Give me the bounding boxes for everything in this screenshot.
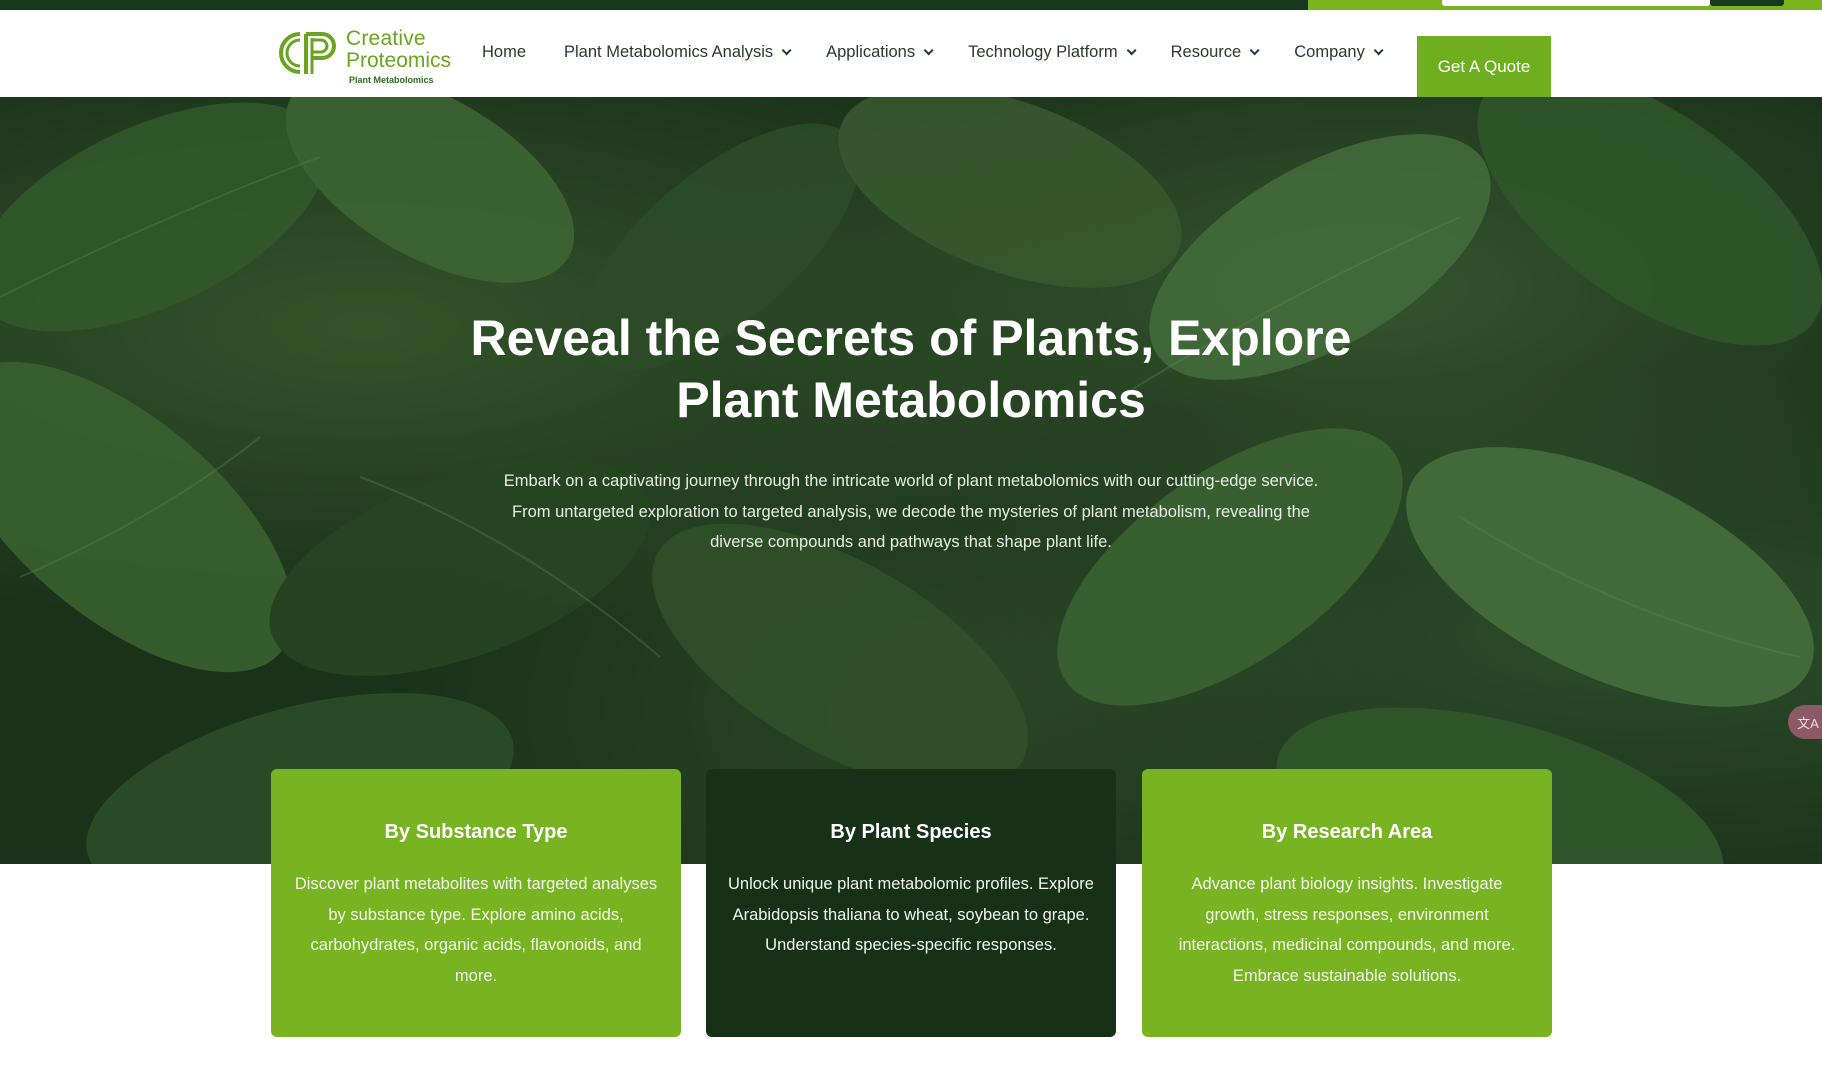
logo-mark-icon (279, 32, 336, 74)
card-text: Discover plant metabolites with targeted… (294, 875, 658, 985)
nav-item-label: Applications (826, 42, 916, 61)
hero-title-line: Reveal the Secrets of Plants, Explore (470, 310, 1352, 366)
search-button[interactable] (1710, 0, 1784, 6)
hero-description-line: diverse compounds and pathways that shap… (710, 533, 1112, 551)
card-by-substance-type[interactable]: By Substance Type Discover plant metabol… (271, 769, 681, 1037)
get-a-quote-button[interactable]: Get A Quote (1417, 36, 1551, 97)
nav-item-label: Plant Metabolomics Analysis (564, 42, 774, 61)
nav-item-home[interactable]: Home (482, 43, 526, 62)
hero-banner: Reveal the Secrets of Plants, Explore Pl… (0, 97, 1822, 864)
nav-item-plant-metabolomics-analysis[interactable]: Plant Metabolomics Analysis (564, 42, 792, 62)
card-by-research-area[interactable]: By Research Area Advance plant biology i… (1142, 769, 1552, 1037)
brand-name-line2: Proteomics (346, 49, 452, 72)
brand-tagline: Plant Metabolomics (349, 75, 434, 85)
translate-icon[interactable]: 文A (1788, 705, 1822, 739)
chevron-down-icon (1126, 44, 1137, 55)
hero-title: Reveal the Secrets of Plants, Explore Pl… (411, 307, 1411, 431)
chevron-down-icon (1373, 44, 1384, 55)
hero-description: Embark on a captivating journey through … (461, 466, 1361, 558)
nav-item-resource[interactable]: Resource (1170, 42, 1260, 62)
brand-logo[interactable]: Creative Proteomics Plant Metabolomics (272, 24, 452, 88)
brand-name-line1: Creative (346, 27, 426, 50)
card-title: By Research Area (1261, 821, 1433, 843)
hero-description-line: From untargeted exploration to targeted … (512, 502, 1310, 521)
card-title: By Substance Type (384, 821, 568, 843)
main-nav: Home Plant Metabolomics Analysis Applica… (482, 40, 1418, 64)
nav-item-label: Company (1294, 42, 1365, 61)
nav-item-label: Technology Platform (968, 42, 1118, 61)
nav-item-label: Home (482, 42, 527, 61)
nav-item-applications[interactable]: Applications (826, 42, 934, 62)
card-title: By Plant Species (830, 821, 992, 843)
nav-item-label: Resource (1170, 42, 1242, 61)
hero-title-line: Plant Metabolomics (676, 372, 1146, 428)
search-input[interactable] (1442, 0, 1710, 6)
top-utility-bar (0, 0, 1822, 10)
chevron-down-icon (781, 44, 792, 55)
hero-description-line: Embark on a captivating journey through … (503, 472, 1319, 490)
chevron-down-icon (923, 44, 934, 55)
card-text: Advance plant biology insights. Investig… (1178, 875, 1516, 985)
nav-item-technology-platform[interactable]: Technology Platform (968, 42, 1137, 62)
chevron-down-icon (1249, 44, 1260, 55)
card-text: Unlock unique plant metabolomic profiles… (728, 875, 1094, 954)
nav-item-company[interactable]: Company (1294, 42, 1384, 62)
card-by-plant-species[interactable]: By Plant Species Unlock unique plant met… (706, 769, 1116, 1037)
site-header: Creative Proteomics Plant Metabolomics H… (0, 10, 1822, 97)
